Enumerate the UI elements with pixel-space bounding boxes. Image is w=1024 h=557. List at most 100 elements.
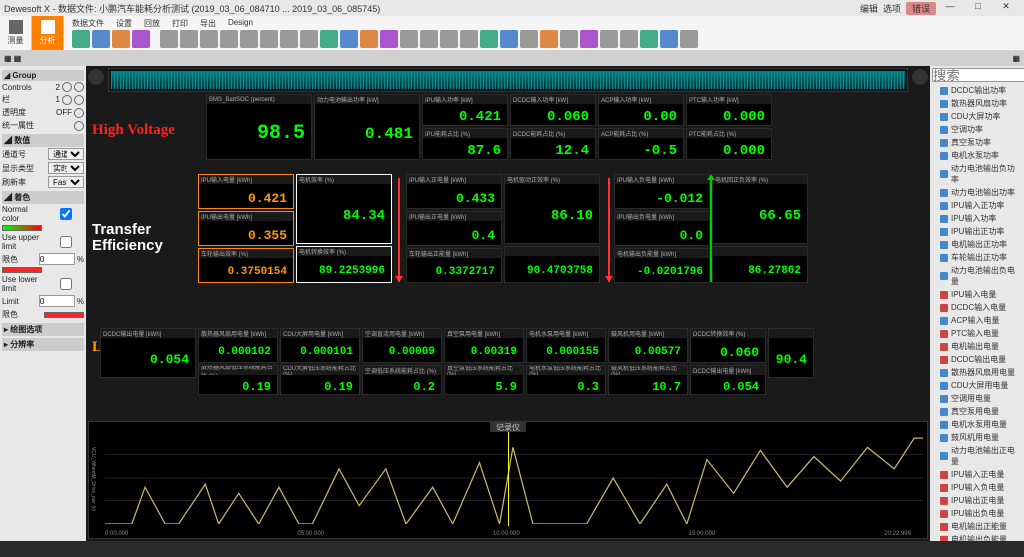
tree-item[interactable]: IPU输出正电量 xyxy=(930,494,1024,507)
tree-item[interactable]: IPU输入电量 xyxy=(930,288,1024,301)
metric-cell[interactable]: 空调直流用电量 [kWh]0.00009 xyxy=(362,328,442,363)
metric-cell[interactable]: IPU输出电量 [kWh]0.355 xyxy=(198,211,294,246)
chart-icon[interactable] xyxy=(260,30,278,48)
metric-cell[interactable]: 电机驱动正效率 (%)86.10 xyxy=(504,174,600,244)
normal-color-check[interactable] xyxy=(48,208,84,220)
minus-icon[interactable] xyxy=(62,82,72,92)
metric-cell[interactable]: DCDC能耗占比 (%)12.4 xyxy=(510,128,596,160)
tool-icon[interactable] xyxy=(72,30,90,48)
chart-icon[interactable] xyxy=(180,30,198,48)
metric-cell[interactable]: 车轮输出正能量 [kWh]0.3372717 xyxy=(406,248,502,283)
metric-cell[interactable]: IPU输入正电量 [kWh]0.433 xyxy=(406,174,502,209)
metric-cell[interactable]: IPU输入负电量 [kWh]-0.012 xyxy=(614,174,710,209)
color-swatch[interactable] xyxy=(2,225,42,231)
chart-icon[interactable] xyxy=(440,30,458,48)
options-menu[interactable]: 选项 xyxy=(883,2,901,15)
minus-icon[interactable] xyxy=(62,95,72,105)
chart-icon[interactable] xyxy=(540,30,558,48)
upper-val[interactable] xyxy=(39,253,75,265)
color-swatch[interactable] xyxy=(44,312,84,318)
metric-cell[interactable]: IPU输入功率 [kW]0.421 xyxy=(422,94,508,126)
metric-cell[interactable]: DCDC输出电量 [kWh]0.054 xyxy=(690,365,766,395)
tree-item[interactable]: 空调功率 xyxy=(930,123,1024,136)
tab-measure[interactable]: 测量 xyxy=(0,16,32,50)
chart-icon[interactable] xyxy=(680,30,698,48)
metric-cell[interactable]: 电机回正负效率 (%)66.65 xyxy=(712,174,808,244)
menu-item[interactable]: 导出 xyxy=(200,18,216,29)
edit-menu[interactable]: 编辑 xyxy=(860,2,878,15)
menu-item[interactable]: 打印 xyxy=(172,18,188,29)
tree-item[interactable]: 真空泵功率 xyxy=(930,136,1024,149)
tree-item[interactable]: IPU输出正功率 xyxy=(930,225,1024,238)
display-type-select[interactable]: 实时值 xyxy=(48,162,84,174)
metric-cell[interactable]: IPU输出负电量 [kWh]0.0 xyxy=(614,211,710,246)
clock-icon[interactable] xyxy=(912,69,928,85)
tree-item[interactable]: 散热器风扇功率 xyxy=(930,97,1024,110)
chart-icon[interactable] xyxy=(280,30,298,48)
chart-icon[interactable] xyxy=(340,30,358,48)
lower-val[interactable] xyxy=(39,295,75,307)
plus-icon[interactable] xyxy=(74,95,84,105)
metric-cell[interactable]: 车轮输出效率 (%)0.3750154 xyxy=(198,248,294,283)
refresh-select[interactable]: Fast (0.1 s) xyxy=(48,176,84,188)
metric-cell[interactable]: IPU输出正电量 [kWh]0.4 xyxy=(406,211,502,246)
metric-cell[interactable]: 鼓风机低压系统能耗占比 (%)10.7 xyxy=(608,365,688,395)
tree-item[interactable]: 电机水泵用电量 xyxy=(930,418,1024,431)
tool-icon[interactable] xyxy=(132,30,150,48)
chart-icon[interactable] xyxy=(560,30,578,48)
tree-item[interactable]: DCDC输入电量 xyxy=(930,301,1024,314)
recorder-chart[interactable]: 记录仪 VCU_WheelM_Drive_pwr (k) 0:00.00005:… xyxy=(88,421,928,539)
tree-item[interactable]: CDU大屏功率 xyxy=(930,110,1024,123)
menu-item[interactable]: 数据文件 xyxy=(72,18,104,29)
plus-icon[interactable] xyxy=(74,82,84,92)
tool-icon[interactable] xyxy=(92,30,110,48)
toggle-off[interactable]: OFF xyxy=(56,108,72,117)
chart-icon[interactable] xyxy=(580,30,598,48)
tree-item[interactable]: 动力电池输出功率 xyxy=(930,186,1024,199)
metric-cell[interactable]: 电机输出负能量 [kWh]-0.0201796 xyxy=(614,248,710,283)
tree-item[interactable]: 电机输出正功率 xyxy=(930,238,1024,251)
metric-cell[interactable]: 鼓风机用电量 [kWh]0.00577 xyxy=(608,328,688,363)
metric-cell[interactable]: PTC输入功率 [kW]0.000 xyxy=(686,94,772,126)
clock-icon[interactable] xyxy=(88,69,104,85)
metric-cell[interactable]: 电机水泵低压系统能耗占比 (%)0.3 xyxy=(526,365,606,395)
chart-icon[interactable] xyxy=(520,30,538,48)
metric-cell[interactable]: 电机转换效率 (%)89.2253996 xyxy=(296,246,392,283)
metric-cell[interactable]: 散热器风扇用电量 [kWh]0.000102 xyxy=(198,328,278,363)
panel-right-icon[interactable]: ▦ xyxy=(1012,54,1020,63)
tree-item[interactable]: 真空泵用电量 xyxy=(930,405,1024,418)
metric-cell[interactable]: ACP输入功率 [kW]0.00 xyxy=(598,94,684,126)
lower-limit-check[interactable] xyxy=(48,278,84,290)
tree-item[interactable]: CDU大屏用电量 xyxy=(930,379,1024,392)
menu-item[interactable]: 回放 xyxy=(144,18,160,29)
chart-icon[interactable] xyxy=(160,30,178,48)
tree-item[interactable]: 鼓风机用电量 xyxy=(930,431,1024,444)
tree-item[interactable]: 动力电池输出负电量 xyxy=(930,264,1024,288)
tree-item[interactable]: DCDC输出功率 xyxy=(930,84,1024,97)
chart-icon[interactable] xyxy=(660,30,678,48)
search-input[interactable] xyxy=(932,68,1024,82)
tree-item[interactable]: ACP输入电量 xyxy=(930,314,1024,327)
metric-cell[interactable]: 散热器风扇低压系统能耗占比 (%)0.19 xyxy=(198,365,278,395)
metric-cell[interactable]: BMS_BattSOC (percent)98.5 xyxy=(206,94,312,160)
metric-cell[interactable]: IPU能耗占比 (%)87.6 xyxy=(422,128,508,160)
tree-item[interactable]: IPU输入正电量 xyxy=(930,468,1024,481)
metric-cell[interactable]: 动力电池输出功率 [kW]0.481 xyxy=(314,94,420,160)
metric-cell[interactable]: ACP能耗占比 (%)-0.5 xyxy=(598,128,684,160)
chart-icon[interactable] xyxy=(420,30,438,48)
metric-cell[interactable]: DCDC转换效率 (%)0.060 xyxy=(690,328,766,363)
chart-icon[interactable] xyxy=(400,30,418,48)
color-swatch[interactable] xyxy=(2,267,42,273)
upper-limit-check[interactable] xyxy=(48,236,84,248)
metric-cell[interactable]: 真空泵低压系统能耗占比 (%)5.9 xyxy=(444,365,524,395)
tree-item[interactable]: 动力电池输出正电量 xyxy=(930,444,1024,468)
tree-item[interactable]: 电机输出负能量 xyxy=(930,533,1024,541)
metric-cell[interactable]: DCDC输入功率 [kW]0.060 xyxy=(510,94,596,126)
axis-type-select[interactable]: 通道 xyxy=(48,148,84,160)
chart-icon[interactable] xyxy=(380,30,398,48)
tool-icon[interactable] xyxy=(112,30,130,48)
menu-item[interactable]: Design xyxy=(228,18,253,29)
tree-item[interactable]: PTC输入电量 xyxy=(930,327,1024,340)
minimize-button[interactable]: — xyxy=(936,1,964,15)
chart-icon[interactable] xyxy=(360,30,378,48)
